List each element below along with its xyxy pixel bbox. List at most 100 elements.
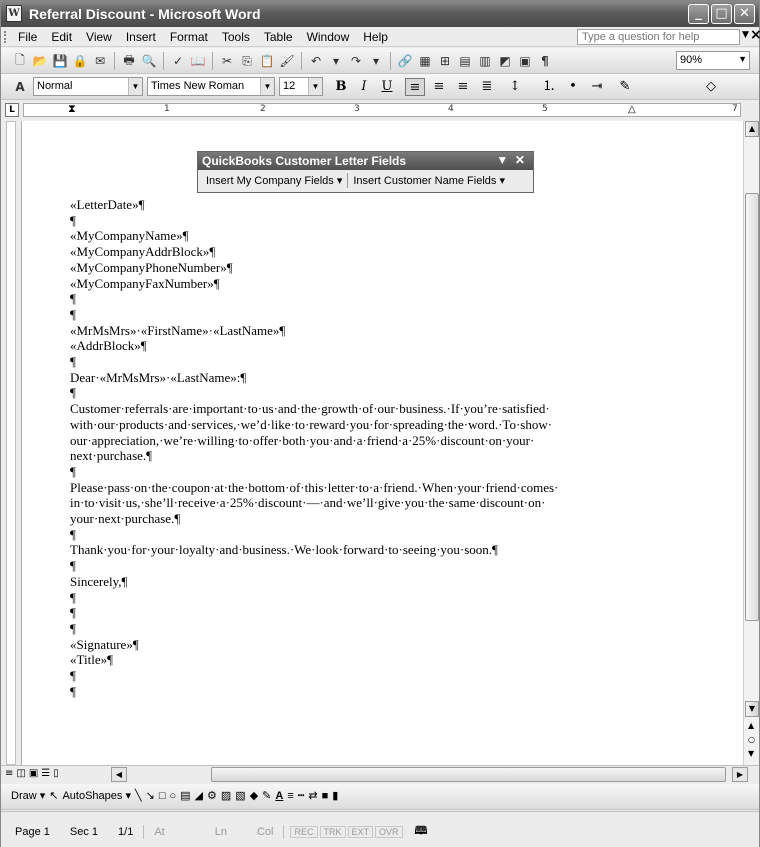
show-hide-icon[interactable]: ¶ [536, 52, 554, 70]
web-layout-icon[interactable]: ◫ [16, 768, 25, 779]
document-paragraph[interactable]: «AddrBlock»¶ [70, 338, 670, 354]
document-paragraph[interactable]: ¶ [70, 684, 670, 700]
open-folder-icon[interactable]: 📂 [31, 52, 49, 70]
scroll-right-button[interactable]: ▶ [732, 767, 748, 782]
shadow-style-icon[interactable]: ■ [322, 790, 329, 802]
redo-dropdown-icon[interactable]: ▾ [367, 52, 385, 70]
align-center-button[interactable]: ≡ [429, 78, 449, 96]
rectangle-icon[interactable]: □ [159, 790, 166, 802]
justify-button[interactable]: ≣ [477, 78, 497, 96]
arrow-style-icon[interactable]: ⇄ [308, 789, 317, 802]
text-box-icon[interactable]: ▤ [180, 789, 190, 802]
normal-view-icon[interactable]: ≡ [5, 768, 13, 779]
document-body[interactable]: «LetterDate»¶ ¶ «MyCompanyName»¶ «MyCompany… [70, 197, 670, 700]
scroll-down-button[interactable]: ▼ [745, 701, 759, 717]
clip-art-icon[interactable]: ▨ [221, 789, 231, 802]
document-paragraph[interactable]: «MrMsMrs»·«FirstName»·«LastName»¶ [70, 323, 670, 339]
line-spacing-icon[interactable]: ↕ [505, 78, 525, 96]
document-paragraph[interactable]: ¶ [70, 213, 670, 229]
arrow-icon[interactable]: ↘ [146, 789, 155, 802]
document-paragraph[interactable]: ¶ [70, 354, 670, 370]
document-paragraph[interactable]: «MyCompanyPhoneNumber»¶ [70, 260, 670, 276]
columns-icon[interactable]: ▥ [476, 52, 494, 70]
document-paragraph[interactable]: Sincerely,¶ [70, 574, 670, 590]
copy-icon[interactable]: ⎘ [238, 52, 256, 70]
document-paragraph[interactable]: Dear·«MrMsMrs»·«LastName»:¶ [70, 370, 670, 386]
increase-indent-icon[interactable]: ⇥ [587, 78, 607, 96]
document-paragraph[interactable]: ¶ [70, 385, 670, 401]
insert-table-icon[interactable]: ⊞ [436, 52, 454, 70]
menubar-grip[interactable] [4, 31, 7, 43]
align-right-button[interactable]: ≡ [453, 78, 473, 96]
redo-icon[interactable]: ↷ [347, 52, 365, 70]
menu-file[interactable]: File [11, 29, 44, 45]
right-indent-marker[interactable]: △ [628, 104, 636, 115]
document-paragraph[interactable]: ¶ [70, 605, 670, 621]
select-objects-icon[interactable]: ↖ [49, 789, 58, 802]
permission-icon[interactable]: 🔒 [71, 52, 89, 70]
new-document-icon[interactable]: 🗋 [11, 52, 29, 70]
oval-icon[interactable]: ○ [169, 790, 176, 802]
font-color-icon[interactable]: A [275, 790, 283, 802]
save-icon[interactable]: 💾 [51, 52, 69, 70]
highlight-icon[interactable]: ✎ [615, 78, 635, 96]
tab-selector[interactable]: L [5, 103, 19, 117]
spelling-status-icon[interactable]: 🕮 [405, 822, 438, 841]
document-paragraph[interactable]: ¶ [70, 558, 670, 574]
document-paragraph[interactable]: «MyCompanyFaxNumber»¶ [70, 276, 670, 292]
status-rec[interactable]: REC [290, 825, 318, 838]
scroll-left-button[interactable]: ◀ [111, 767, 127, 782]
print-icon[interactable]: 🖶 [120, 52, 138, 70]
email-icon[interactable]: ✉ [91, 52, 109, 70]
document-paragraph[interactable]: ¶ [70, 590, 670, 606]
insert-excel-icon[interactable]: ▤ [456, 52, 474, 70]
document-paragraph[interactable]: ¶ [70, 307, 670, 323]
tables-borders-icon[interactable]: ▦ [416, 52, 434, 70]
align-left-button[interactable]: ≡ [405, 78, 425, 96]
document-paragraph[interactable]: ¶ [70, 668, 670, 684]
line-style-icon[interactable]: ≡ [287, 790, 293, 802]
horizontal-ruler[interactable]: 1 2 3 4 5 7 ⧗ △ [23, 102, 741, 117]
status-trk[interactable]: TRK [319, 825, 346, 838]
style-select[interactable]: Normal ▼ [33, 77, 143, 96]
research-icon[interactable]: 📖 [189, 52, 207, 70]
scroll-up-button[interactable]: ▲ [745, 121, 759, 137]
font-size-select[interactable]: 12 ▼ [279, 77, 323, 96]
fill-color-icon[interactable]: ◆ [250, 789, 258, 802]
3d-style-icon[interactable]: ▮ [332, 789, 338, 802]
insert-my-company-fields-button[interactable]: Insert My Company Fields ▾ [201, 173, 349, 188]
vertical-ruler[interactable] [3, 121, 19, 765]
horizontal-scroll-thumb[interactable] [211, 767, 726, 782]
document-paragraph[interactable]: ¶ [70, 291, 670, 307]
document-paragraph[interactable]: ¶ [70, 464, 670, 480]
previous-page-icon[interactable]: ▲ [748, 721, 754, 730]
insert-customer-name-fields-button[interactable]: Insert Customer Name Fields ▾ [348, 173, 510, 188]
document-paragraph[interactable]: «MyCompanyAddrBlock»¶ [70, 244, 670, 260]
diagram-icon[interactable]: ⚙ [207, 789, 217, 802]
quickbooks-toolbar-title[interactable]: QuickBooks Customer Letter Fields ▼ ✕ [198, 152, 533, 170]
hyperlink-icon[interactable]: 🔗 [396, 52, 414, 70]
document-paragraph[interactable]: Thank·you·for·your·loyalty·and·business.… [70, 542, 670, 558]
undo-icon[interactable]: ↶ [307, 52, 325, 70]
reading-layout-icon[interactable]: ▯ [53, 768, 59, 779]
document-paragraph[interactable]: «Signature»¶ [70, 637, 670, 653]
autoshapes-menu-button[interactable]: AutoShapes ▾ [62, 789, 131, 802]
print-layout-icon[interactable]: ▣ [29, 768, 38, 779]
menu-help[interactable]: Help [356, 29, 395, 45]
drawing-icon[interactable]: ◩ [496, 52, 514, 70]
cut-icon[interactable]: ✂ [218, 52, 236, 70]
zoom-select[interactable]: 90% ▼ [676, 51, 750, 70]
help-search-input[interactable]: Type a question for help [577, 29, 740, 45]
undo-dropdown-icon[interactable]: ▾ [327, 52, 345, 70]
bullets-icon[interactable]: • [563, 78, 583, 96]
minimize-button[interactable]: _ [688, 4, 709, 24]
italic-button[interactable]: I [354, 78, 374, 96]
document-page[interactable]: «LetterDate»¶ ¶ «MyCompanyName»¶ «MyCompany… [21, 121, 743, 765]
help-dropdown-icon[interactable]: ▼ [742, 30, 749, 40]
document-paragraph[interactable]: «LetterDate»¶ [70, 197, 670, 213]
scroll-thumb[interactable] [745, 193, 759, 621]
document-map-icon[interactable]: ▣ [516, 52, 534, 70]
paste-icon[interactable]: 📋 [258, 52, 276, 70]
menu-format[interactable]: Format [163, 29, 215, 45]
format-painter-icon[interactable]: 🖌 [278, 52, 296, 70]
